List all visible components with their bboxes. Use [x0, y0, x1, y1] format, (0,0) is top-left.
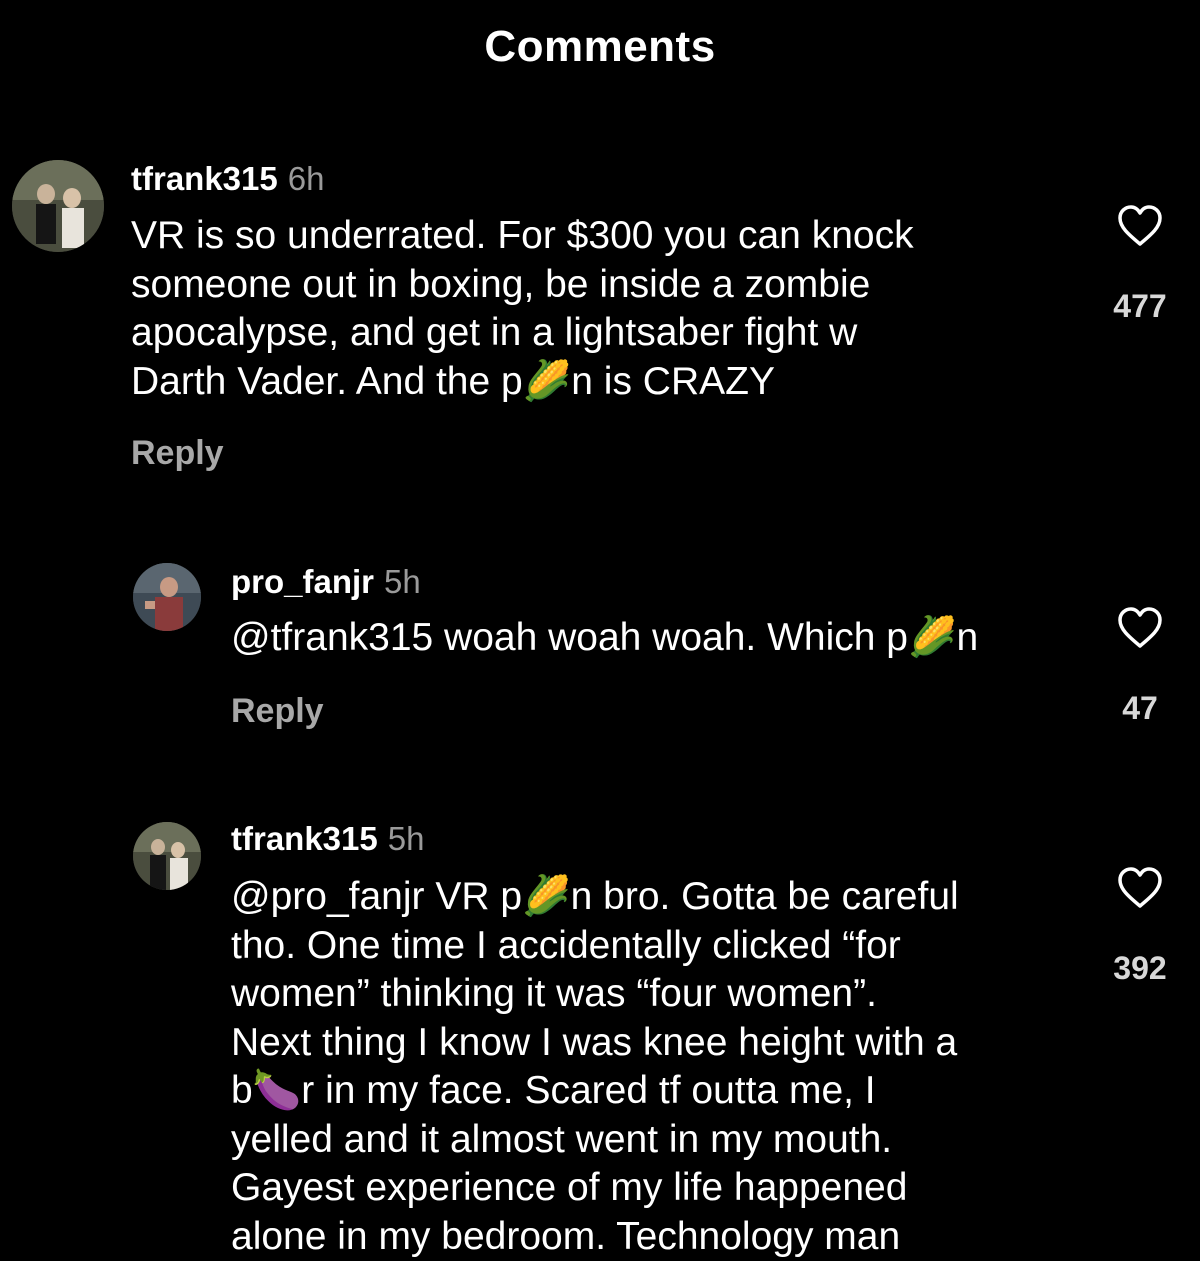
avatar[interactable] [133, 563, 201, 631]
page-title: Comments [484, 22, 716, 71]
like-count: 47 [1122, 690, 1158, 726]
avatar-photo-icon [133, 822, 201, 890]
timestamp: 5h [387, 820, 425, 857]
heart-icon[interactable] [1116, 866, 1164, 910]
avatar[interactable] [133, 822, 201, 890]
username[interactable]: pro_fanjr [231, 563, 374, 600]
avatar-photo-icon [133, 563, 201, 631]
avatar[interactable] [12, 160, 104, 252]
comment-text: @tfrank315 woah woah woah. Which p🌽n [231, 616, 979, 659]
like-count: 392 [1113, 950, 1167, 986]
comment-text: @pro_fanjr VR p🌽n bro. Gotta be careful … [231, 875, 959, 1258]
like-count: 477 [1113, 288, 1167, 324]
heart-icon[interactable] [1116, 204, 1164, 248]
username[interactable]: tfrank315 [231, 820, 378, 857]
timestamp: 5h [384, 563, 421, 600]
timestamp: 6h [287, 160, 325, 197]
avatar-photo-icon [12, 160, 104, 252]
reply-button[interactable]: Reply [131, 434, 224, 473]
heart-icon[interactable] [1116, 606, 1164, 650]
username[interactable]: tfrank315 [131, 160, 278, 197]
reply-button[interactable]: Reply [231, 692, 324, 731]
comment-text: VR is so underrated. For $300 you can kn… [131, 214, 914, 403]
